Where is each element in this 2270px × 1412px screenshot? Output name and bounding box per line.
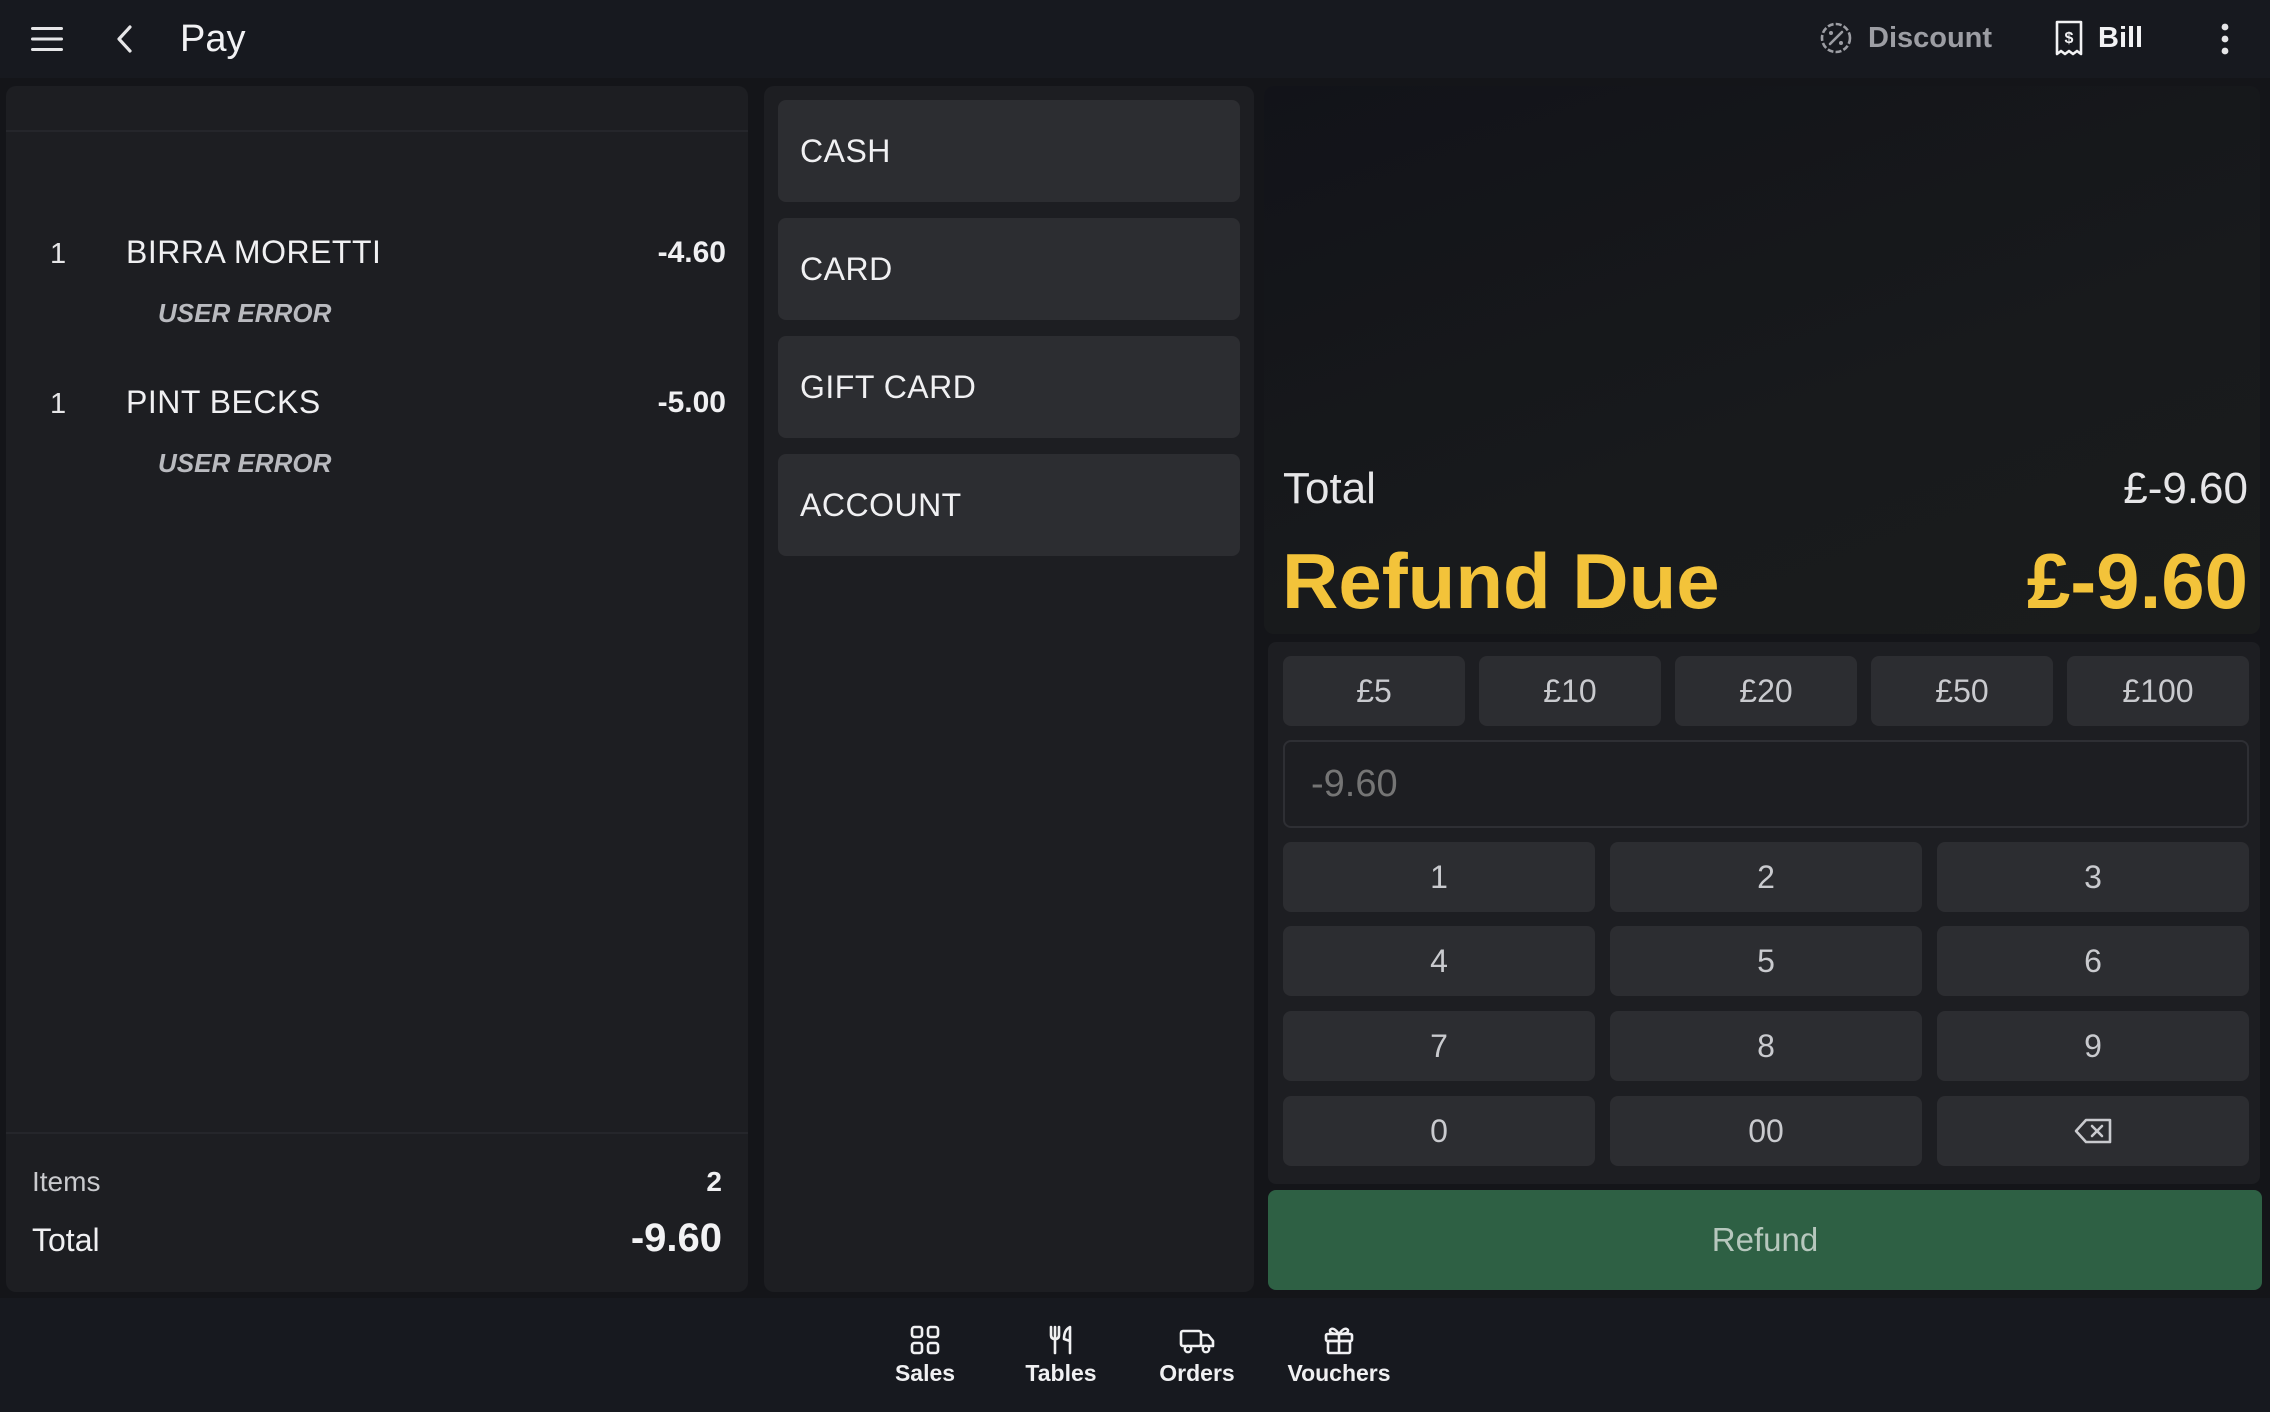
refund-due-label: Refund Due: [1282, 537, 1720, 625]
top-bar: Pay Discount $ Bill: [0, 0, 2270, 78]
bottom-nav: Sales Tables Orders Vouchers: [0, 1298, 2270, 1412]
page-title: Pay: [180, 18, 246, 60]
amount-input[interactable]: [1283, 740, 2249, 828]
nav-vouchers[interactable]: Vouchers: [1279, 1324, 1399, 1394]
hamburger-menu-icon: [31, 27, 63, 51]
order-total-label: Total: [32, 1222, 100, 1258]
order-line[interactable]: 1 BIRRA MORETTI -4.60 USER ERROR: [6, 150, 748, 328]
keypad-9-button[interactable]: 9: [1937, 1011, 2249, 1081]
items-count: 2: [706, 1166, 722, 1197]
nav-orders-label: Orders: [1159, 1360, 1235, 1386]
grid-icon: [910, 1325, 940, 1355]
line-item-name: PINT BECKS: [126, 384, 321, 420]
quick-amount-5-button[interactable]: £5: [1283, 656, 1465, 726]
line-item-price: -5.00: [657, 386, 726, 419]
back-button[interactable]: [100, 14, 150, 64]
discount-badge-icon: [1820, 22, 1852, 54]
order-total-value: -9.60: [630, 1216, 722, 1260]
more-vertical-icon: [2221, 23, 2229, 55]
keypad-0-button[interactable]: 0: [1283, 1096, 1595, 1166]
menu-button[interactable]: [22, 14, 72, 64]
tender-panel: CASH CARD GIFT CARD ACCOUNT: [764, 86, 1254, 1292]
quick-amount-100-button[interactable]: £100: [2067, 656, 2249, 726]
order-line[interactable]: 1 PINT BECKS -5.00 USER ERROR: [6, 300, 748, 478]
items-label: Items: [32, 1166, 101, 1197]
line-quantity: 1: [50, 238, 67, 270]
quick-amount-10-button[interactable]: £10: [1479, 656, 1661, 726]
svg-text:$: $: [2065, 30, 2074, 47]
keypad-8-button[interactable]: 8: [1610, 1011, 1922, 1081]
tender-cash-button[interactable]: CASH: [778, 100, 1240, 202]
bill-label: Bill: [2098, 21, 2144, 54]
nav-orders[interactable]: Orders: [1137, 1324, 1257, 1394]
backspace-icon: [2074, 1118, 2112, 1144]
refund-button[interactable]: Refund: [1268, 1190, 2262, 1290]
delivery-truck-icon: [1179, 1329, 1215, 1354]
keypad-2-button[interactable]: 2: [1610, 842, 1922, 912]
tender-card-button[interactable]: CARD: [778, 218, 1240, 320]
nav-vouchers-label: Vouchers: [1287, 1360, 1391, 1386]
summary-total-value: £-9.60: [2123, 464, 2248, 513]
more-options-button[interactable]: [2200, 14, 2250, 64]
keypad-00-button[interactable]: 00: [1610, 1096, 1922, 1166]
line-quantity: 1: [50, 388, 67, 420]
keypad-6-button[interactable]: 6: [1937, 926, 2249, 996]
keypad-4-button[interactable]: 4: [1283, 926, 1595, 996]
nav-tables[interactable]: Tables: [1001, 1324, 1121, 1394]
gift-icon: [1324, 1327, 1354, 1355]
receipt-icon: $: [2055, 20, 2083, 56]
line-item-note: USER ERROR: [158, 448, 332, 478]
order-panel: 1 BIRRA MORETTI -4.60 USER ERROR 1 PINT …: [6, 86, 748, 1292]
nav-sales[interactable]: Sales: [865, 1324, 985, 1394]
discount-button[interactable]: Discount: [1818, 12, 1992, 64]
keypad-7-button[interactable]: 7: [1283, 1011, 1595, 1081]
cutlery-icon: [1049, 1325, 1072, 1355]
chevron-left-icon: [117, 25, 132, 53]
pay-screen: Pay Discount $ Bill 1 BIRRA MORETTI -4.6…: [0, 0, 2270, 1412]
tender-account-button[interactable]: ACCOUNT: [778, 454, 1240, 556]
discount-label: Discount: [1868, 21, 1993, 54]
line-item-name: BIRRA MORETTI: [126, 234, 382, 270]
line-item-price: -4.60: [657, 236, 726, 269]
keypad-backspace-button[interactable]: [1937, 1096, 2249, 1166]
quick-amount-20-button[interactable]: £20: [1675, 656, 1857, 726]
summary-total-label: Total: [1283, 464, 1376, 513]
keypad-5-button[interactable]: 5: [1610, 926, 1922, 996]
bill-button[interactable]: $ Bill: [2054, 12, 2143, 64]
order-footer: Items 2 Total -9.60: [6, 1132, 748, 1292]
order-header: [6, 86, 748, 132]
nav-sales-label: Sales: [894, 1360, 956, 1386]
quick-amount-50-button[interactable]: £50: [1871, 656, 2053, 726]
keypad-3-button[interactable]: 3: [1937, 842, 2249, 912]
refund-due-value: £-9.60: [2026, 537, 2248, 625]
keypad-1-button[interactable]: 1: [1283, 842, 1595, 912]
nav-tables-label: Tables: [1025, 1360, 1097, 1386]
tender-gift-card-button[interactable]: GIFT CARD: [778, 336, 1240, 438]
